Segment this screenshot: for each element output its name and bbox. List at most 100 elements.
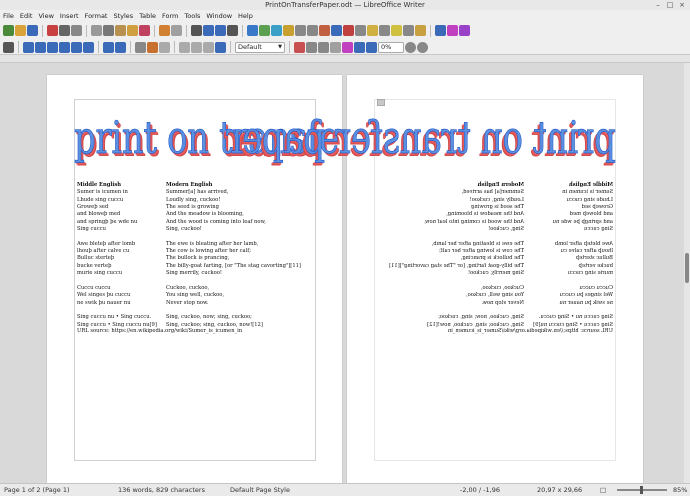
insert-chart-icon[interactable] xyxy=(271,25,282,36)
modern-english-header: Modern English xyxy=(166,182,213,188)
show-track-changes-icon[interactable] xyxy=(415,25,426,36)
undo-icon[interactable] xyxy=(159,25,170,36)
insert-endnote-icon[interactable] xyxy=(355,25,366,36)
left-line xyxy=(77,307,157,314)
formatting-marks-icon[interactable] xyxy=(227,25,238,36)
menu-edit[interactable]: Edit xyxy=(20,12,33,20)
shadow-icon[interactable] xyxy=(159,41,170,53)
page-wrap-icon[interactable] xyxy=(35,41,46,53)
more-shapes-icon[interactable] xyxy=(459,25,470,36)
area-icon[interactable] xyxy=(147,41,158,53)
menu-window[interactable]: Window xyxy=(206,12,232,20)
new-document-icon[interactable] xyxy=(3,25,14,36)
insert-cross-reference-icon[interactable] xyxy=(379,25,390,36)
optimal-wrap-icon[interactable] xyxy=(47,41,58,53)
copy-icon[interactable] xyxy=(103,25,114,36)
maximize-icon[interactable]: □ xyxy=(666,1,674,9)
fontwork-same-height-icon[interactable] xyxy=(306,41,317,53)
insert-bookmark-icon[interactable] xyxy=(367,25,378,36)
left-line: Sumer is icumen in xyxy=(77,189,128,196)
open-icon[interactable] xyxy=(15,25,26,36)
minimize-icon[interactable]: – xyxy=(654,1,662,9)
menu-table[interactable]: Table xyxy=(139,12,156,20)
menu-tools[interactable]: Tools xyxy=(184,12,200,20)
align-objects-icon[interactable] xyxy=(103,41,114,53)
insert-textbox-icon[interactable] xyxy=(283,25,294,36)
insert-comment-icon[interactable] xyxy=(391,25,402,36)
enter-group-icon[interactable] xyxy=(191,41,202,53)
arrange-icon[interactable] xyxy=(115,41,126,53)
insert-line-icon[interactable] xyxy=(435,25,446,36)
flip-vertical-icon[interactable] xyxy=(354,41,365,53)
page-info[interactable]: Page 1 of 2 (Page 1) xyxy=(4,484,70,496)
insert-table-icon[interactable] xyxy=(247,25,258,36)
insert-image-icon[interactable] xyxy=(259,25,270,36)
menu-form[interactable]: Form xyxy=(162,12,178,20)
mirrored-line: Groweþ sed xyxy=(581,204,613,211)
print-preview-icon[interactable] xyxy=(71,25,82,36)
spelling-icon[interactable] xyxy=(203,25,214,36)
zoom-out-icon[interactable] xyxy=(405,41,416,53)
mirrored-line xyxy=(533,233,613,240)
menu-insert[interactable]: Insert xyxy=(60,12,79,20)
single-page-view-icon[interactable]: □ xyxy=(600,484,606,496)
document-area[interactable]: print on transfer paper Middle English S… xyxy=(0,63,684,483)
word-count[interactable]: 136 words, 829 characters xyxy=(118,484,205,496)
wrap-through-icon[interactable] xyxy=(83,41,94,53)
exit-group-icon[interactable] xyxy=(203,41,214,53)
mirrored-content[interactable]: print on transfer paper Middle English S… xyxy=(226,75,643,483)
fontwork-alignment-icon[interactable] xyxy=(318,41,329,53)
insert-page-break-icon[interactable] xyxy=(295,25,306,36)
vertical-scrollbar[interactable] xyxy=(684,63,690,483)
paste-icon[interactable] xyxy=(115,25,126,36)
crop-icon[interactable] xyxy=(215,41,226,53)
insert-field-icon[interactable] xyxy=(307,25,318,36)
zoom-slider-knob[interactable] xyxy=(640,486,643,494)
right-line: The cow is lowing after her calf; xyxy=(166,248,251,255)
wrap-right-icon[interactable] xyxy=(71,41,82,53)
fontwork-icon[interactable] xyxy=(294,41,305,53)
anchor-icon[interactable] xyxy=(3,41,14,53)
save-icon[interactable] xyxy=(27,25,38,36)
page-style[interactable]: Default Page Style xyxy=(230,484,290,496)
fontwork-spacing-icon[interactable] xyxy=(330,41,341,53)
zoom-percent[interactable]: 85% xyxy=(673,484,687,496)
menu-format[interactable]: Format xyxy=(85,12,108,20)
find-replace-icon[interactable] xyxy=(191,25,202,36)
menu-view[interactable]: View xyxy=(38,12,53,20)
group-icon[interactable] xyxy=(179,41,190,53)
left-line: Lhude sing cuccu xyxy=(77,196,124,203)
mirrored-line: ne swik þu nauer nu xyxy=(559,299,613,306)
flip-horizontal-icon[interactable] xyxy=(366,41,377,53)
wrap-off-icon[interactable] xyxy=(23,41,34,53)
zoom-in-icon[interactable] xyxy=(417,41,428,53)
rotate-icon[interactable] xyxy=(342,41,353,53)
clone-formatting-icon[interactable] xyxy=(127,25,138,36)
horizontal-ruler[interactable] xyxy=(0,55,690,63)
line-style-icon[interactable] xyxy=(135,41,146,53)
clear-formatting-icon[interactable] xyxy=(139,25,150,36)
mirrored-line: Wel singes þu cuccu xyxy=(559,292,613,299)
insert-hyperlink-icon[interactable] xyxy=(331,25,342,36)
scrollbar-thumb[interactable] xyxy=(685,253,689,283)
menu-styles[interactable]: Styles xyxy=(113,12,133,20)
print-icon[interactable] xyxy=(59,25,70,36)
close-icon[interactable]: × xyxy=(678,1,686,9)
separator xyxy=(174,41,175,53)
menu-file[interactable]: File xyxy=(3,12,14,20)
cut-icon[interactable] xyxy=(91,25,102,36)
insert-special-character-icon[interactable] xyxy=(319,25,330,36)
wrap-left-icon[interactable] xyxy=(59,41,70,53)
zoom-field[interactable]: 0% xyxy=(378,41,404,53)
page-2[interactable]: print on transfer paper Middle English S… xyxy=(226,75,643,483)
style-dropdown[interactable]: Default ▼ xyxy=(235,41,285,53)
redo-icon[interactable] xyxy=(171,25,182,36)
auto-spellcheck-icon[interactable] xyxy=(215,25,226,36)
mirrored-line: The ewe is bleating after her lamb, xyxy=(431,240,524,247)
basic-shapes-icon[interactable] xyxy=(447,25,458,36)
menu-help[interactable]: Help xyxy=(238,12,253,20)
mirrored-line: Sing, cuckoo! xyxy=(488,226,524,233)
insert-footnote-icon[interactable] xyxy=(343,25,354,36)
export-pdf-icon[interactable] xyxy=(47,25,58,36)
track-changes-icon[interactable] xyxy=(403,25,414,36)
